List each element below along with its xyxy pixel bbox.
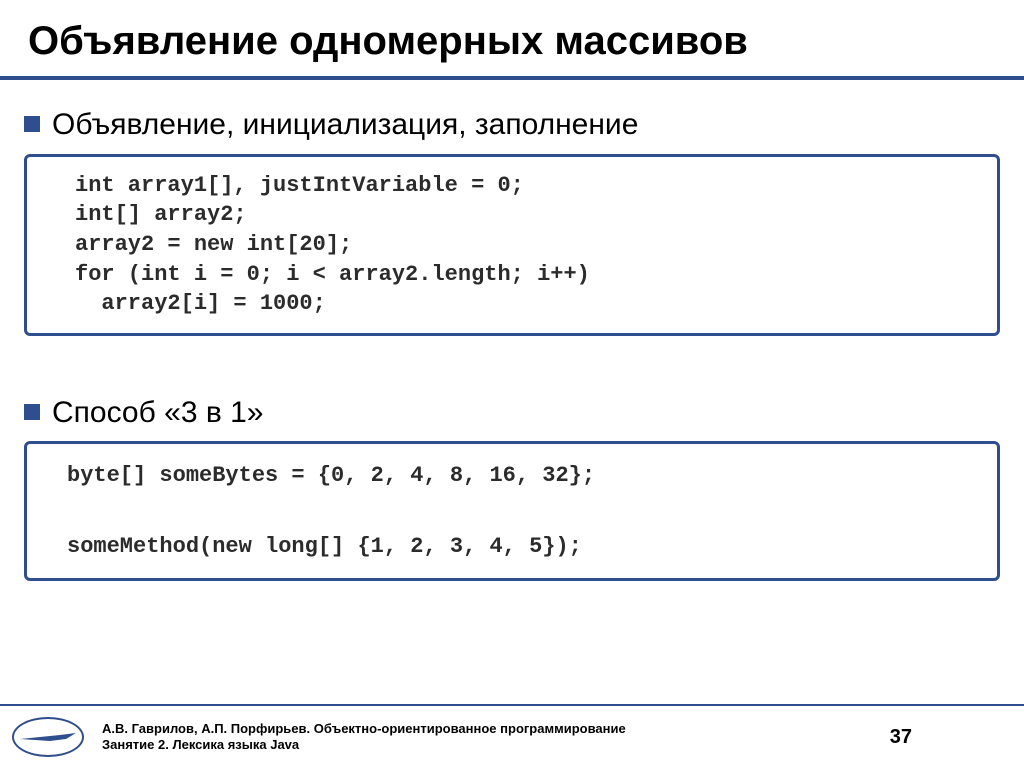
footer: А.В. Гаврилов, А.П. Порфирьев. Объектно-… xyxy=(0,704,1024,768)
bullet-2-text: Способ «3 в 1» xyxy=(52,394,263,432)
footer-line-2: Занятие 2. Лексика языка Java xyxy=(102,737,872,753)
footer-line-1: А.В. Гаврилов, А.П. Порфирьев. Объектно-… xyxy=(102,721,872,737)
bullet-1-text: Объявление, инициализация, заполнение xyxy=(52,106,638,144)
bullet-1: Объявление, инициализация, заполнение xyxy=(24,106,1000,144)
bullet-icon xyxy=(24,404,40,420)
bullet-icon xyxy=(24,116,40,132)
content-area: Объявление, инициализация, заполнение in… xyxy=(0,80,1024,704)
footer-text: А.В. Гаврилов, А.П. Порфирьев. Объектно-… xyxy=(102,721,872,754)
slide-title: Объявление одномерных массивов xyxy=(0,0,1024,76)
logo xyxy=(12,717,84,757)
slide: Объявление одномерных массивов Объявлени… xyxy=(0,0,1024,768)
logo-bird-icon xyxy=(20,733,76,743)
spacer xyxy=(24,336,1000,394)
code-block-1: int array1[], justIntVariable = 0; int[]… xyxy=(24,154,1000,336)
code-block-2: byte[] someBytes = {0, 2, 4, 8, 16, 32};… xyxy=(24,441,1000,581)
bullet-2: Способ «3 в 1» xyxy=(24,394,1000,432)
page-number: 37 xyxy=(890,726,1002,749)
